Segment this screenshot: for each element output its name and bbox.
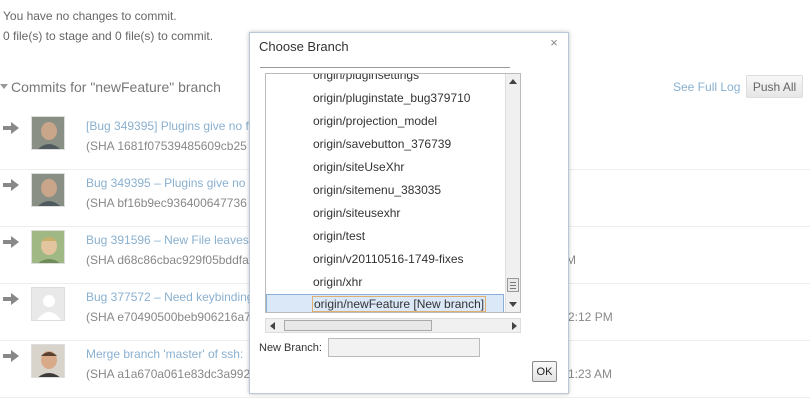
- horizontal-scrollbar[interactable]: [265, 318, 521, 333]
- scroll-down-icon[interactable]: [509, 302, 517, 307]
- scroll-thumb[interactable]: [284, 320, 432, 331]
- branch-item[interactable]: origin/savebutton_376739: [266, 134, 506, 154]
- branch-label: origin/newFeature [New branch]: [312, 296, 487, 312]
- commit-date: 1:23 AM: [568, 367, 613, 381]
- new-branch-input[interactable]: [328, 338, 480, 357]
- choose-branch-dialog: Choose Branch × origin/pluginsettings or…: [249, 32, 569, 394]
- arrow-right-icon[interactable]: [3, 179, 19, 191]
- status-files-count: 0 file(s) to stage and 0 file(s) to comm…: [3, 29, 214, 43]
- branch-item[interactable]: origin/pluginstate_bug379710: [266, 88, 506, 108]
- commit-sha: (SHA bf16b9ec936400647736: [86, 196, 247, 210]
- commit-sha: (SHA a1a670a061e83dc3a992: [86, 367, 251, 381]
- avatar: [31, 344, 65, 378]
- branch-item[interactable]: origin/siteusexhr: [266, 203, 506, 223]
- branch-item[interactable]: origin/xhr: [266, 272, 506, 292]
- commit-message-link[interactable]: Bug 391596 – New File leaves g: [86, 233, 259, 247]
- arrow-right-icon[interactable]: [3, 350, 19, 362]
- commit-sha: (SHA e70490500beb906216a7: [86, 310, 251, 324]
- close-icon[interactable]: ×: [547, 36, 561, 50]
- commit-message-link[interactable]: Bug 349395 – Plugins give no f: [86, 176, 252, 190]
- arrow-right-icon[interactable]: [3, 236, 19, 248]
- ok-button[interactable]: OK: [532, 361, 557, 382]
- scroll-up-icon[interactable]: [509, 79, 517, 84]
- dialog-title: Choose Branch: [259, 39, 349, 54]
- branch-label: origin/siteUseXhr: [313, 160, 405, 174]
- arrow-right-icon[interactable]: [3, 122, 19, 134]
- branch-item[interactable]: origin/v20110516-1749-fixes: [266, 249, 506, 269]
- branch-label: origin/pluginsettings: [313, 73, 420, 82]
- branch-label: origin/xhr: [313, 275, 363, 289]
- branch-tree[interactable]: origin/pluginsettings origin/pluginstate…: [265, 73, 521, 313]
- status-no-changes: You have no changes to commit.: [3, 9, 177, 23]
- branch-item[interactable]: origin/siteUseXhr: [266, 157, 506, 177]
- see-full-log-link[interactable]: See Full Log: [673, 80, 740, 94]
- branch-label: origin/projection_model: [313, 114, 438, 128]
- commit-sha: (SHA d68c86cbac929f05bddfa: [86, 253, 249, 267]
- branch-label: origin/siteusexhr: [313, 206, 401, 220]
- commit-message-link[interactable]: Bug 377572 – Need keybinding: [86, 290, 253, 304]
- new-branch-label: New Branch:: [259, 342, 322, 354]
- commits-section-title: Commits for "newFeature" branch: [11, 79, 221, 95]
- branch-item[interactable]: origin/test: [266, 226, 506, 246]
- scroll-thumb[interactable]: [507, 278, 519, 292]
- branch-item[interactable]: origin/projection_model: [266, 111, 506, 131]
- avatar: [31, 173, 65, 207]
- dialog-divider: [260, 67, 510, 68]
- collapse-twisty-icon[interactable]: [0, 84, 8, 89]
- push-all-button[interactable]: Push All: [746, 75, 803, 98]
- branch-item-selected[interactable]: origin/newFeature [New branch]: [266, 294, 506, 312]
- avatar: [31, 116, 65, 150]
- branch-label: origin/test: [313, 229, 366, 243]
- arrow-right-icon[interactable]: [3, 293, 19, 305]
- commit-sha: (SHA 1681f07539485609cb25: [86, 139, 247, 153]
- commit-message-link[interactable]: Merge branch 'master' of ssh:: [86, 347, 243, 361]
- branch-label: origin/sitemenu_383035: [313, 183, 442, 197]
- vertical-scrollbar[interactable]: [505, 74, 520, 312]
- branch-label: origin/v20110516-1749-fixes: [313, 252, 464, 266]
- branch-label: origin/savebutton_376739: [313, 137, 452, 151]
- avatar-placeholder-icon: [31, 287, 65, 321]
- branch-item[interactable]: origin/pluginsettings: [266, 73, 506, 85]
- branch-item[interactable]: origin/sitemenu_383035: [266, 180, 506, 200]
- avatar: [31, 230, 65, 264]
- commit-message-link[interactable]: [Bug 349395] Plugins give no f: [86, 119, 249, 133]
- scroll-right-icon[interactable]: [512, 322, 517, 330]
- commit-date: 2:12 PM: [568, 310, 613, 324]
- scroll-left-icon[interactable]: [270, 322, 275, 330]
- branch-label: origin/pluginstate_bug379710: [313, 91, 471, 105]
